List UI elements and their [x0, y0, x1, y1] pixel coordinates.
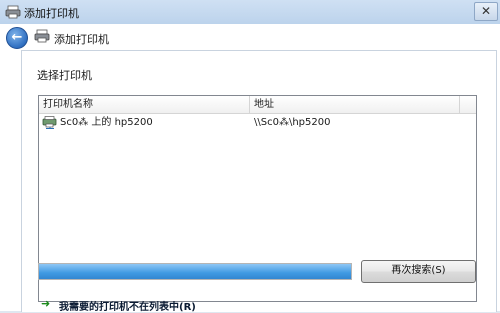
column-header-filler	[460, 96, 476, 113]
printer-name: Sc0⁂ 上的 hp5200	[60, 117, 153, 128]
wizard-title: 添加打印机	[54, 33, 109, 46]
network-printer-icon	[42, 116, 58, 129]
window-title: 添加打印机	[24, 7, 79, 20]
wizard-content: 选择打印机 打印机名称 地址 Sc0⁂ 上的 hp5200 \\Sc0⁂\hp5…	[21, 50, 497, 313]
green-arrow-icon: ➜	[41, 297, 51, 310]
close-button[interactable]: ✕	[474, 2, 498, 21]
list-item[interactable]: Sc0⁂ 上的 hp5200 \\Sc0⁂\hp5200	[39, 114, 476, 131]
list-header: 打印机名称 地址	[39, 96, 476, 114]
instruction-text: 选择打印机	[37, 69, 92, 82]
progress-fill	[39, 264, 351, 279]
printer-address: \\Sc0⁂\hp5200	[254, 117, 331, 128]
nav-bar: ← 添加打印机	[0, 24, 500, 50]
column-header-printer-name[interactable]: 打印机名称	[39, 96, 250, 113]
back-button[interactable]: ←	[6, 27, 28, 49]
column-header-address[interactable]: 地址	[250, 96, 460, 113]
close-icon: ✕	[480, 4, 492, 18]
printer-icon	[34, 29, 50, 43]
search-again-button[interactable]: 再次搜索(S)	[361, 260, 476, 283]
title-bar: 添加打印机 ✕	[0, 0, 500, 25]
back-arrow-icon: ←	[11, 30, 23, 45]
search-progress-bar	[38, 263, 352, 280]
add-printer-window: 添加打印机 ✕ ← 添加打印机 选择打印机 打印机名称 地址 Sc0⁂ 上的 h…	[0, 0, 500, 313]
printer-icon	[5, 5, 21, 19]
